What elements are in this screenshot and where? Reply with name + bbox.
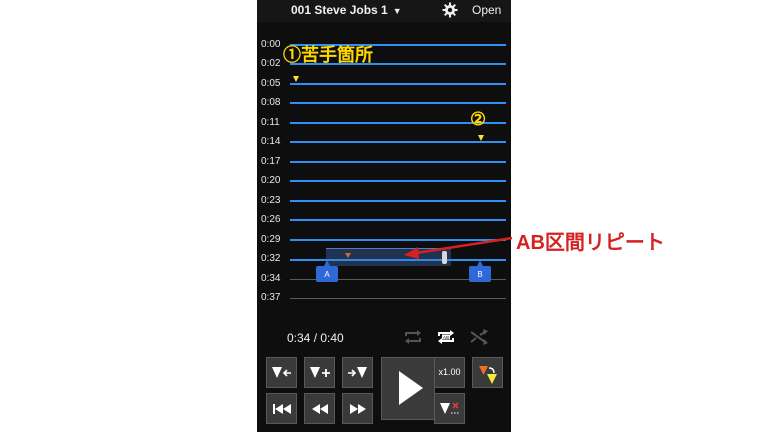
annotation-arrow bbox=[404, 236, 513, 259]
